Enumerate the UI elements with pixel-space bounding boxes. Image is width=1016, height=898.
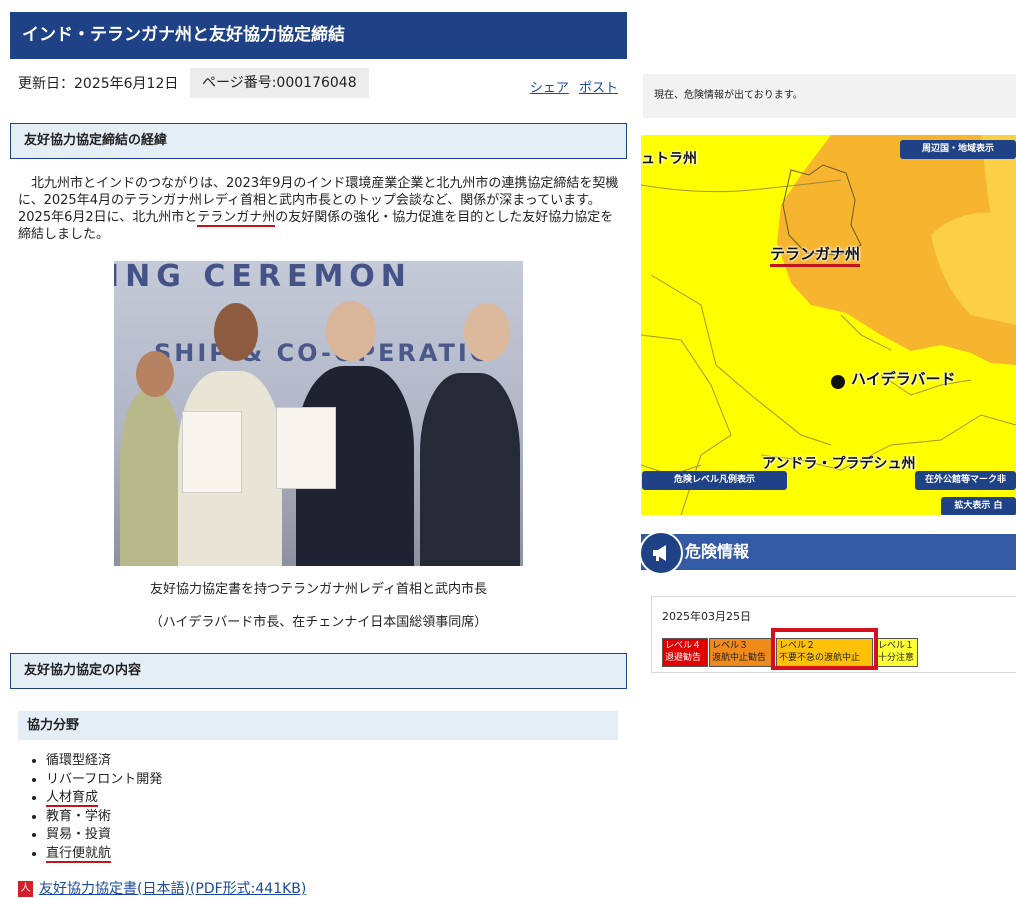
photo-caption: 友好協力協定書を持つテランガナ州レディ首相と武内市長 [149,582,488,597]
map-label-andhra: アンドラ・プラデシュ州 [762,456,916,472]
risk-map[interactable]: ュトラ州 テランガナ州 ハイデラバード アンドラ・プラデシュ州 周辺国・地域表示… [641,135,1016,515]
section-heading-background: 友好協力協定締結の経緯 [10,123,627,159]
intro-paragraph: 北九州市とインドのつながりは、2023年9月のインド環境産業企業と北九州市の連携… [18,175,621,243]
photo-person-1 [120,391,182,566]
map-label-north: ュトラ州 [641,151,697,167]
agreement-document-1 [182,411,242,493]
cooperation-fields-list: 循環型経済 リバーフロント開発 人材育成 教育・学術 貿易・投資 直行便就航 [26,752,162,864]
cooperation-fields-heading: 協力分野 [18,711,618,740]
embassy-mark-button[interactable]: 在外公館等マーク非 [915,471,1016,490]
level-4-badge: レベル４ 退避勧告 [662,638,708,667]
list-item: 貿易・投資 [46,826,162,845]
list-item: 直行便就航 [46,845,162,864]
photo-person-4 [420,373,520,566]
post-link[interactable]: ポスト [579,81,618,96]
section-heading-content: 友好協力協定の内容 [10,653,627,689]
photo-head-2 [214,303,258,361]
share-links: シェア ポスト [524,77,618,96]
map-label-hyderabad: ハイデラバード [851,370,956,388]
page-title: インド・テランガナ州と友好協力協定締結 [10,12,627,59]
page-number: ページ番号:000176048 [190,68,369,98]
level-3-badge: レベル３ 渡航中止勧告 [709,638,774,667]
list-item: 人材育成 [46,789,162,808]
danger-info-header: 危険情報 [641,534,1016,570]
map-label-telangana: テランガナ州 [770,243,861,267]
photo-head-3 [326,301,376,361]
photo-banner-text-2: SHIP & CO-OPERATIO [154,339,494,367]
danger-alert-notice: 現在、危険情報が出ております。 [643,74,1016,118]
level-2-highlight [771,628,878,670]
neighbors-button[interactable]: 周辺国・地域表示 [900,140,1016,159]
danger-level-date: 2025年03月25日 [662,610,751,623]
intro-highlight-telangana: テランガナ州 [197,210,276,227]
list-item: 循環型経済 [46,752,162,771]
pdf-download: 人友好協力協定書(日本語)(PDF形式:441KB) [18,878,306,898]
share-link[interactable]: シェア [530,81,569,96]
risk-legend-button[interactable]: 危険レベル凡例表示 [642,471,787,490]
updated-date: 更新日：2025年6月12日 [18,76,179,92]
photo-caption-sub: （ハイデラバード市長、在チェンナイ日本国総領事同席） [149,615,488,630]
zoom-button[interactable]: 拡大表示 白 [941,497,1016,515]
signing-photo: ING CEREMON SHIP & CO-OPERATIO [114,261,523,566]
photo-head-4 [464,303,510,361]
megaphone-icon [639,531,683,575]
list-item: 教育・学術 [46,808,162,827]
agreement-document-2 [276,407,336,489]
list-item: リバーフロント開発 [46,771,162,790]
level-1-badge: レベル１ 十分注意 [875,638,918,667]
photo-banner-text: ING CEREMON [114,261,412,294]
photo-head-1 [136,351,174,397]
